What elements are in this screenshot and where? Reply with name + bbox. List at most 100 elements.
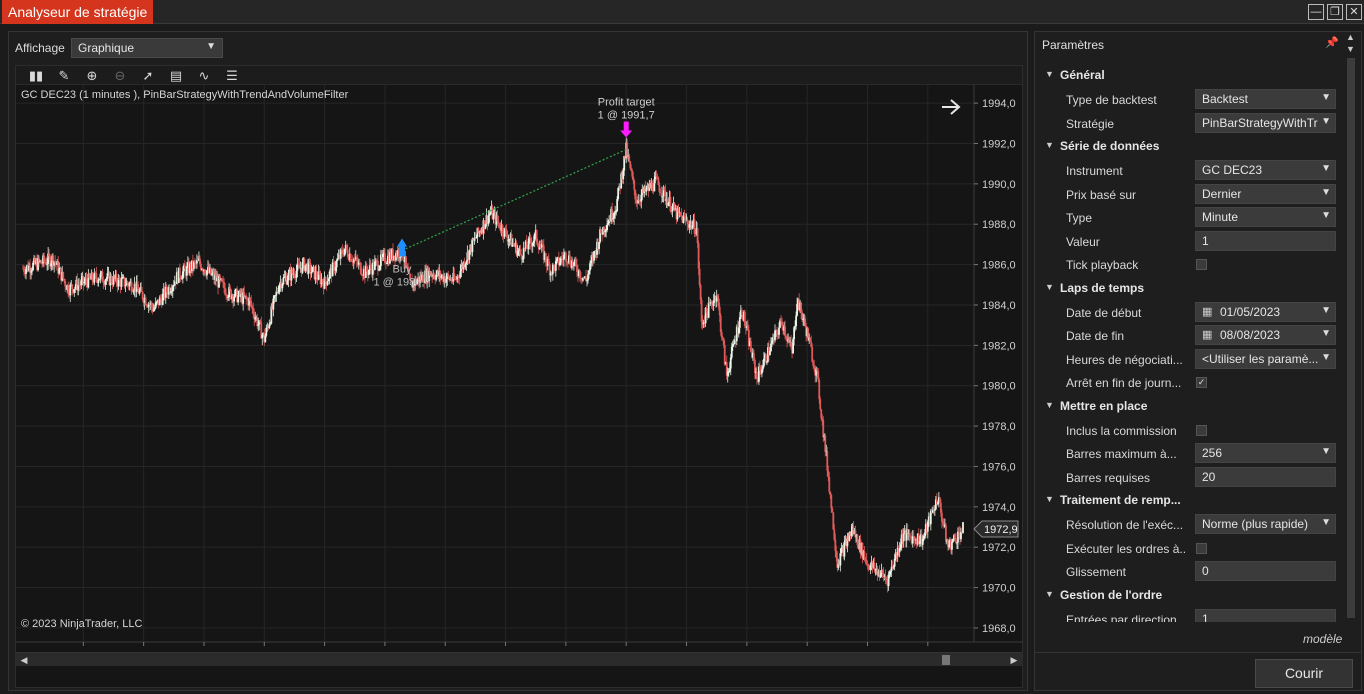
chevron-down-icon: ▼ bbox=[1318, 92, 1331, 103]
property-select[interactable]: Minute ▼ bbox=[1195, 207, 1336, 227]
category-label: Traitement de remp... bbox=[1060, 493, 1181, 507]
close-button[interactable]: ✕ bbox=[1346, 4, 1362, 20]
category-header[interactable]: ▼ Général bbox=[1035, 64, 1341, 86]
category-header[interactable]: ▼ Série de données bbox=[1035, 135, 1341, 157]
property-checkbox[interactable] bbox=[1196, 542, 1207, 554]
category-header[interactable]: ▼ Traitement de remp... bbox=[1035, 489, 1341, 511]
display-label: Affichage bbox=[15, 41, 65, 55]
buy-label: Buy bbox=[393, 263, 412, 275]
horizontal-scrollbar[interactable]: ◀ ▶ bbox=[16, 652, 1022, 666]
parameters-title: Paramètres bbox=[1042, 38, 1105, 52]
restore-button[interactable]: ❐ bbox=[1327, 4, 1343, 20]
pin-icon[interactable]: 📌 bbox=[1325, 36, 1339, 49]
scrollbar-thumb[interactable] bbox=[1347, 58, 1355, 618]
category-label: Mettre en place bbox=[1060, 398, 1148, 413]
y-tick-label: 1970,0 bbox=[982, 583, 1016, 595]
collapse-icon[interactable]: ▼ bbox=[1045, 400, 1054, 410]
category-header[interactable]: ▼ Mettre en place bbox=[1035, 395, 1341, 417]
candles bbox=[22, 137, 964, 593]
property-input[interactable]: 20 bbox=[1195, 466, 1336, 487]
property-row: Résolution de l'exéc... Norme (plus rapid… bbox=[1035, 513, 1341, 536]
property-value: 256 bbox=[1202, 446, 1223, 460]
bar-type-icon[interactable]: ▮▮ bbox=[26, 67, 46, 84]
collapse-icon[interactable]: ▼ bbox=[1045, 140, 1054, 150]
properties-icon[interactable]: ▤ bbox=[166, 67, 186, 84]
collapse-icon[interactable]: ▼ bbox=[1045, 589, 1054, 599]
template-link[interactable]: modèle bbox=[1303, 632, 1342, 646]
category-header[interactable]: ▼ Gestion de l'ordre bbox=[1035, 584, 1341, 606]
minimize-icon: — bbox=[1310, 6, 1322, 18]
property-select[interactable]: GC DEC23 ▼ bbox=[1195, 160, 1336, 180]
category-header[interactable]: ▼ Laps de temps bbox=[1035, 277, 1341, 299]
trade-connector-line bbox=[401, 148, 627, 252]
property-label: Résolution de l'exéc... bbox=[1066, 518, 1184, 532]
property-select[interactable]: PinBarStrategyWithTr ▼ bbox=[1195, 112, 1336, 133]
pointer-icon[interactable]: ➚ bbox=[138, 67, 158, 84]
property-row: Valeur 1 bbox=[1035, 230, 1341, 253]
property-value: Backtest bbox=[1202, 92, 1249, 106]
collapse-icon[interactable]: ▼ bbox=[1045, 282, 1054, 292]
restore-icon: ❐ bbox=[1330, 6, 1340, 18]
property-input[interactable]: 1 bbox=[1195, 608, 1336, 622]
property-date-picker[interactable]: ▦ 08/08/2023 ▼ bbox=[1195, 325, 1336, 345]
property-checkbox[interactable] bbox=[1196, 424, 1207, 436]
candle bbox=[962, 522, 964, 534]
scroll-down-icon[interactable]: ▼ bbox=[1346, 44, 1355, 54]
property-select[interactable]: Backtest ▼ bbox=[1195, 89, 1336, 109]
property-input[interactable]: 1 bbox=[1195, 230, 1336, 251]
run-button[interactable]: Courir bbox=[1255, 659, 1353, 688]
display-select[interactable]: Graphique ▼ bbox=[71, 38, 223, 58]
chart-toolbar: ▮▮ ✎ ⊕ ⊖ ➚ ▤ ∿ ☰ bbox=[16, 66, 1022, 85]
zoom-in-icon[interactable]: ⊕ bbox=[82, 67, 102, 84]
y-tick-label: 1984,0 bbox=[982, 300, 1016, 312]
property-row: Date de début ▦ 01/05/2023 ▼ bbox=[1035, 301, 1341, 324]
price-chart[interactable]: Buy1 @ 1986,7 Profit target1 @ 1991,7 GC … bbox=[16, 85, 1022, 652]
chart-panel: Affichage Graphique ▼ ▮▮ ✎ ⊕ ⊖ ➚ ▤ ∿ ☰ B… bbox=[8, 31, 1028, 691]
property-value: 20 bbox=[1202, 469, 1216, 484]
y-tick-label: 1982,0 bbox=[982, 340, 1016, 352]
collapse-icon[interactable]: ▼ bbox=[1045, 494, 1054, 504]
chevron-down-icon: ▼ bbox=[1318, 517, 1331, 528]
y-tick-label: 1968,0 bbox=[982, 623, 1016, 635]
property-select[interactable]: Norme (plus rapide) ▼ bbox=[1195, 514, 1336, 534]
y-tick-label: 1988,0 bbox=[982, 219, 1016, 231]
scroll-right-icon[interactable]: ▶ bbox=[1008, 654, 1020, 666]
scrollbar-thumb[interactable] bbox=[942, 655, 950, 665]
property-input[interactable]: 0 bbox=[1195, 561, 1336, 581]
property-row: Glissement 0 bbox=[1035, 560, 1341, 583]
property-value: GC DEC23 bbox=[1202, 163, 1263, 177]
property-label: Barres requises bbox=[1066, 470, 1151, 485]
property-value: PinBarStrategyWithTr bbox=[1202, 115, 1318, 130]
scroll-left-icon[interactable]: ◀ bbox=[18, 654, 30, 666]
property-checkbox[interactable] bbox=[1196, 259, 1207, 270]
profit-target-detail: 1 @ 1991,7 bbox=[598, 110, 655, 122]
arrow-right-icon[interactable] bbox=[942, 99, 961, 115]
category-label: Gestion de l'ordre bbox=[1060, 587, 1163, 602]
property-label: Inclus la commission bbox=[1066, 423, 1177, 438]
zoom-out-icon[interactable]: ⊖ bbox=[110, 67, 130, 84]
property-label: Type bbox=[1066, 211, 1093, 225]
y-tick-label: 1978,0 bbox=[982, 421, 1016, 433]
property-label: Arrêt en fin de journ... bbox=[1066, 376, 1182, 390]
scroll-up-icon[interactable]: ▲ bbox=[1346, 32, 1355, 42]
property-row: Exécuter les ordres à... bbox=[1035, 537, 1341, 560]
property-checkbox[interactable]: ✓ bbox=[1196, 377, 1207, 388]
property-row: Tick playback bbox=[1035, 253, 1341, 276]
chart-area[interactable]: ▮▮ ✎ ⊕ ⊖ ➚ ▤ ∿ ☰ Buy 1 @ 1986,7 Profit tar… bbox=[15, 65, 1023, 688]
property-date-picker[interactable]: ▦ 01/05/2023 ▼ bbox=[1195, 301, 1336, 322]
current-price-tag: 1972,9 bbox=[973, 520, 1019, 538]
strategies-icon[interactable]: ☰ bbox=[222, 67, 242, 84]
y-tick-label: 1976,0 bbox=[982, 461, 1016, 473]
profit-target-marker[interactable] bbox=[620, 121, 633, 138]
vertical-scrollbar[interactable]: ▲ ▼ bbox=[1341, 32, 1361, 622]
indicators-icon[interactable]: ∿ bbox=[194, 67, 214, 84]
property-value: Norme (plus rapide) bbox=[1202, 517, 1309, 531]
property-select[interactable]: <Utiliser les paramè... ▼ bbox=[1195, 348, 1336, 369]
property-select[interactable]: 256 ▼ bbox=[1195, 443, 1336, 463]
draw-tool-icon[interactable]: ✎ bbox=[54, 67, 74, 84]
property-select[interactable]: Dernier ▼ bbox=[1195, 183, 1336, 204]
property-label: Date de fin bbox=[1066, 329, 1125, 343]
minimize-button[interactable]: — bbox=[1308, 4, 1324, 20]
collapse-icon[interactable]: ▼ bbox=[1045, 69, 1054, 79]
property-grid: ▼ Général Type de backtest Backtest ▼ Stratég… bbox=[1035, 60, 1341, 622]
